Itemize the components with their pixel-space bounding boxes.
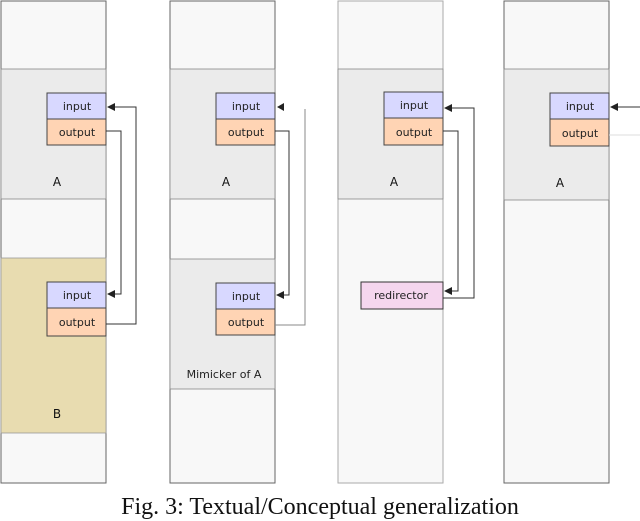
- diagram-canvas: input output A input output B input outp…: [0, 0, 640, 484]
- segment-label-b: B: [53, 407, 61, 421]
- input-label-b: input: [63, 289, 92, 302]
- figure-caption: Fig. 3: Textual/Conceptual generalizatio…: [121, 494, 519, 520]
- segment-label-a: A: [390, 175, 399, 189]
- output-label-a: output: [396, 126, 433, 139]
- segment-label-mimicker: Mimicker of A: [187, 368, 262, 381]
- segment-label-a: A: [222, 175, 231, 189]
- output-label-a: output: [228, 126, 265, 139]
- input-label-a: input: [63, 100, 92, 113]
- wire-a-out-to-b-in: [106, 130, 122, 298]
- panel-4: input output A: [503, 0, 640, 484]
- wire-mimicker-out: [275, 109, 306, 326]
- segment-label-a: A: [53, 175, 62, 189]
- output-label-mimicker: output: [228, 316, 265, 329]
- output-label-a: output: [59, 126, 96, 139]
- panel-3: input output A redirector: [337, 0, 475, 484]
- output-label-b: output: [59, 316, 96, 329]
- panel-1: input output A input output B: [0, 0, 137, 484]
- panel-2: input output A input output Mimicker of …: [169, 0, 306, 484]
- output-label-a: output: [562, 127, 599, 140]
- input-label-a: input: [232, 100, 261, 113]
- segment-label-a: A: [556, 176, 565, 190]
- wire-a-out-to-mimicker-in: [275, 130, 290, 299]
- input-label-mimicker: input: [232, 290, 261, 303]
- arrowhead-a-input: [277, 103, 284, 111]
- input-label-a: input: [566, 100, 595, 113]
- redirector-label: redirector: [374, 289, 428, 302]
- input-label-a: input: [400, 99, 429, 112]
- wire-a-out-to-redirector: [443, 130, 459, 295]
